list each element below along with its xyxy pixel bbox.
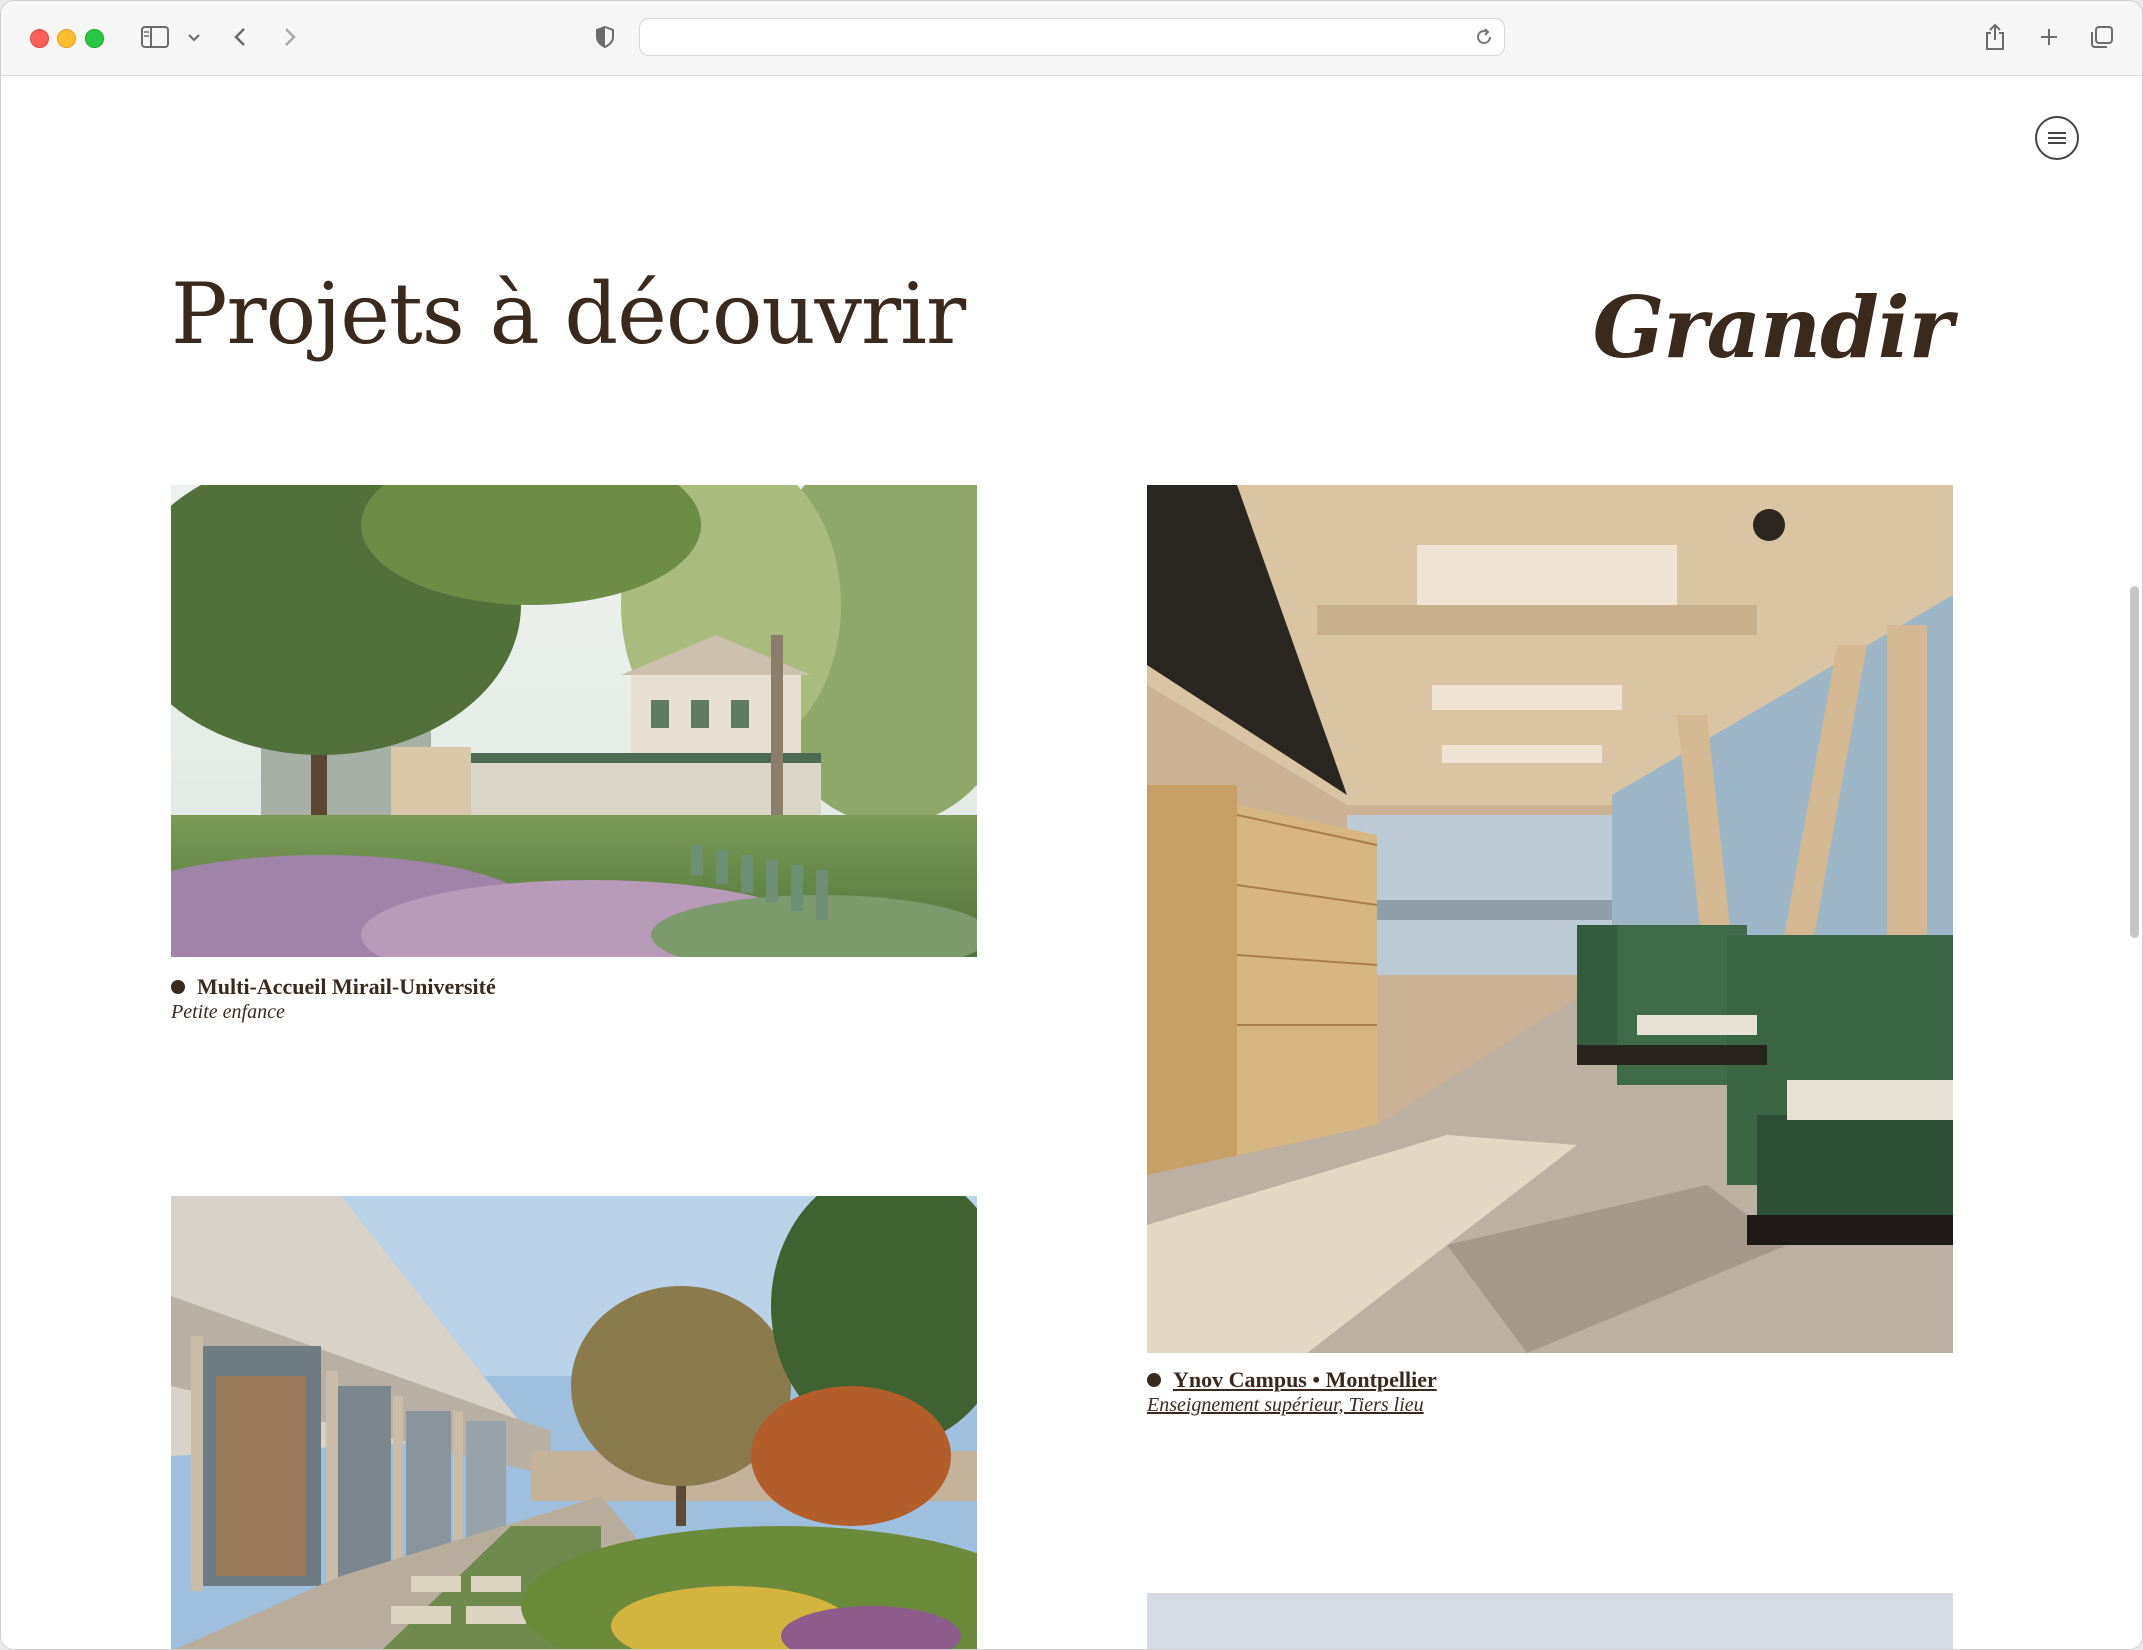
menu-icon (2048, 132, 2066, 144)
project-name[interactable]: Ynov Campus • Montpellier (1173, 1367, 1437, 1393)
menu-button[interactable] (2035, 116, 2079, 160)
browser-window: Projets à découvrir Grandir Multi-Accuei… (0, 0, 2143, 1650)
project-image[interactable] (1147, 1593, 1953, 1649)
address-bar[interactable] (639, 18, 1505, 56)
project-caption: Multi-Accueil Mirail-Université Petite e… (171, 974, 496, 1024)
tabs-overview-icon[interactable] (2089, 19, 2115, 55)
zoom-window-button[interactable] (85, 29, 104, 48)
scrollbar[interactable] (2124, 76, 2142, 1649)
project-image[interactable] (171, 1196, 977, 1649)
share-icon[interactable] (1983, 19, 2007, 55)
minimize-window-button[interactable] (57, 29, 76, 48)
forward-arrow-icon[interactable] (279, 19, 301, 55)
project-card[interactable] (1147, 1593, 1953, 1649)
shield-icon[interactable] (593, 19, 617, 55)
plus-icon[interactable] (2037, 19, 2061, 55)
back-arrow-icon[interactable] (229, 19, 251, 55)
close-window-button[interactable] (30, 29, 49, 48)
project-card[interactable] (171, 1196, 977, 1649)
scrollbar-thumb[interactable] (2130, 586, 2139, 938)
project-name[interactable]: Multi-Accueil Mirail-Université (197, 974, 496, 1000)
browser-toolbar (1, 1, 2142, 76)
category-title: Grandir (1592, 277, 1953, 377)
page-title: Projets à découvrir (171, 265, 966, 364)
project-category: Petite enfance (171, 1001, 285, 1023)
project-category[interactable]: Enseignement supérieur, Tiers lieu (1147, 1393, 1437, 1417)
sidebar-icon[interactable] (139, 19, 171, 55)
bullet-dot (171, 980, 185, 994)
project-caption: Ynov Campus • Montpellier Enseignement s… (1147, 1367, 1437, 1417)
bullet-dot (1147, 1373, 1161, 1387)
project-card[interactable]: Multi-Accueil Mirail-Université Petite e… (171, 485, 977, 1105)
project-image[interactable] (1147, 485, 1953, 1353)
chevron-down-icon[interactable] (185, 19, 203, 55)
project-card[interactable]: Ynov Campus • Montpellier Enseignement s… (1147, 485, 1953, 1425)
web-page: Projets à découvrir Grandir Multi-Accuei… (1, 76, 2142, 1649)
reload-icon[interactable] (1474, 27, 1494, 52)
project-image[interactable] (171, 485, 977, 957)
